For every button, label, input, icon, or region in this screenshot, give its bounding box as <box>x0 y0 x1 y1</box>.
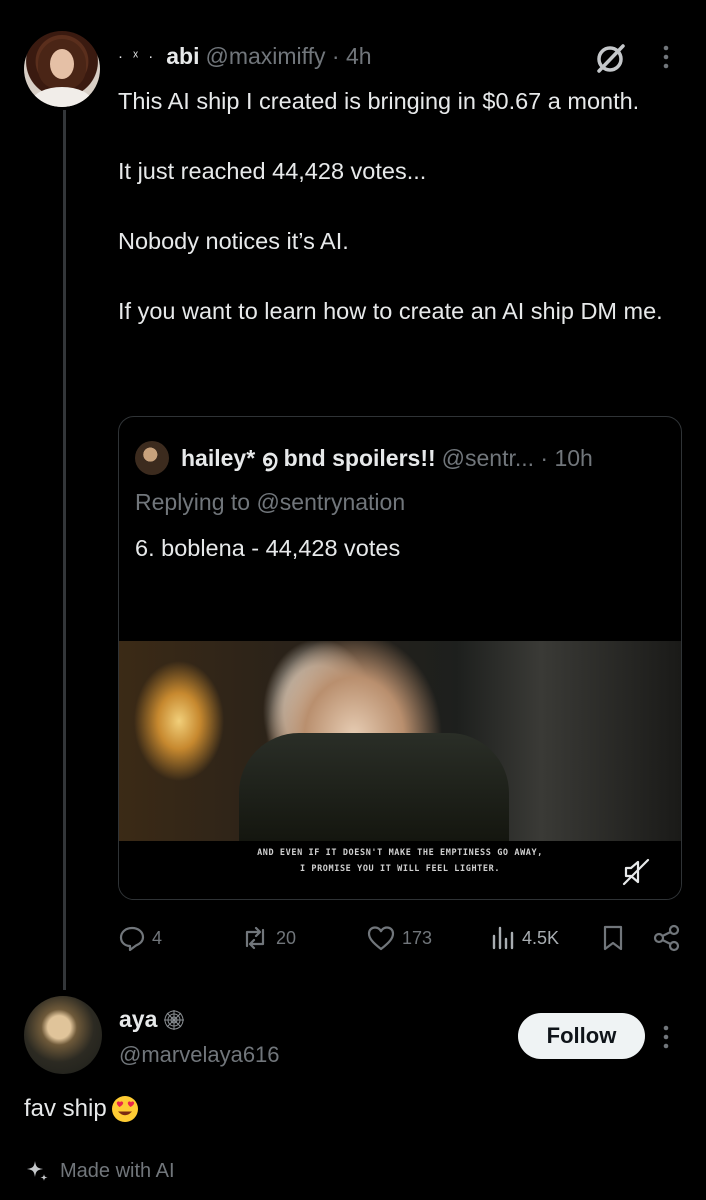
made-with-ai-text: Made with AI <box>60 1159 175 1182</box>
repost-count: 20 <box>276 927 297 948</box>
reply-text-content: fav ship <box>24 1095 107 1122</box>
views-button[interactable]: 4.5K <box>490 920 559 956</box>
caption-line: AND EVEN IF IT DOESN'T MAKE THE EMPTINES… <box>257 848 543 858</box>
more-icon[interactable] <box>656 1022 676 1052</box>
action-bar: 4 20 173 4.5K <box>118 920 684 956</box>
video-caption: AND EVEN IF IT DOESN'T MAKE THE EMPTINES… <box>119 845 681 877</box>
reply-text: fav ship <box>24 1094 140 1124</box>
heart-eyes-emoji <box>111 1096 138 1122</box>
avatar-abi[interactable] <box>24 31 100 107</box>
reply-author-name: aya <box>119 1006 158 1032</box>
views-icon <box>492 926 514 950</box>
share-icon[interactable] <box>652 924 682 952</box>
like-count: 173 <box>402 927 433 948</box>
tweet-paragraph: This AI ship I created is bringing in $0… <box>118 88 640 114</box>
quote-header: hailey* ൭ bnd spoilers!! @sentr... · 10h <box>135 441 593 475</box>
quote-handle-time: @sentr... · 10h <box>441 444 593 471</box>
spiderweb-icon <box>164 1009 185 1030</box>
author-handle-time[interactable]: @maximiffy · 4h <box>205 43 371 70</box>
reply-icon <box>119 926 145 952</box>
tweet-text: This AI ship I created is bringing in $0… <box>118 84 678 329</box>
name-prefix: · ˣ · <box>118 47 157 65</box>
repost-button[interactable]: 20 <box>240 920 296 956</box>
thread-line <box>63 110 66 990</box>
video-figure <box>239 733 509 841</box>
tweet-paragraph: If you want to learn how to create an AI… <box>118 298 663 324</box>
quote-author-name: hailey* ൭ bnd spoilers!! <box>181 444 436 471</box>
tweet-paragraph: Nobody notices it’s AI. <box>118 228 349 254</box>
mute-icon[interactable] <box>621 857 651 887</box>
caption-line: I PROMISE YOU IT WILL FEEL LIGHTER. <box>299 864 501 874</box>
quote-replying-to: Replying to @sentrynation <box>135 489 406 515</box>
tweet-header: · ˣ · abi @maximiffy · 4h <box>118 40 372 72</box>
views-count: 4.5K <box>522 927 560 948</box>
avatar-aya[interactable] <box>24 996 102 1074</box>
quote-text: 6. boblena - 44,428 votes <box>135 535 401 561</box>
reply-button[interactable]: 4 <box>118 920 162 956</box>
bookmark-icon[interactable] <box>600 924 626 952</box>
quote-avatar <box>135 441 169 475</box>
reply-author-handle[interactable]: @marvelaya616 <box>119 1042 280 1068</box>
follow-button[interactable]: Follow <box>518 1013 645 1059</box>
sparkle-icon <box>27 1161 48 1181</box>
grok-icon[interactable] <box>592 40 628 76</box>
like-icon <box>367 926 395 951</box>
repost-icon <box>245 926 265 950</box>
quoted-tweet-card[interactable]: hailey* ൭ bnd spoilers!! @sentr... · 10h… <box>118 416 682 900</box>
author-name[interactable]: abi <box>166 43 199 70</box>
made-with-ai-label: Made with AI <box>24 1158 175 1184</box>
quote-video[interactable]: AND EVEN IF IT DOESN'T MAKE THE EMPTINES… <box>119 583 681 899</box>
like-button[interactable]: 173 <box>366 920 432 956</box>
reply-author[interactable]: aya <box>119 1006 185 1033</box>
more-icon[interactable] <box>656 42 676 72</box>
tweet-paragraph: It just reached 44,428 votes... <box>118 158 427 184</box>
reply-count: 4 <box>152 927 163 948</box>
